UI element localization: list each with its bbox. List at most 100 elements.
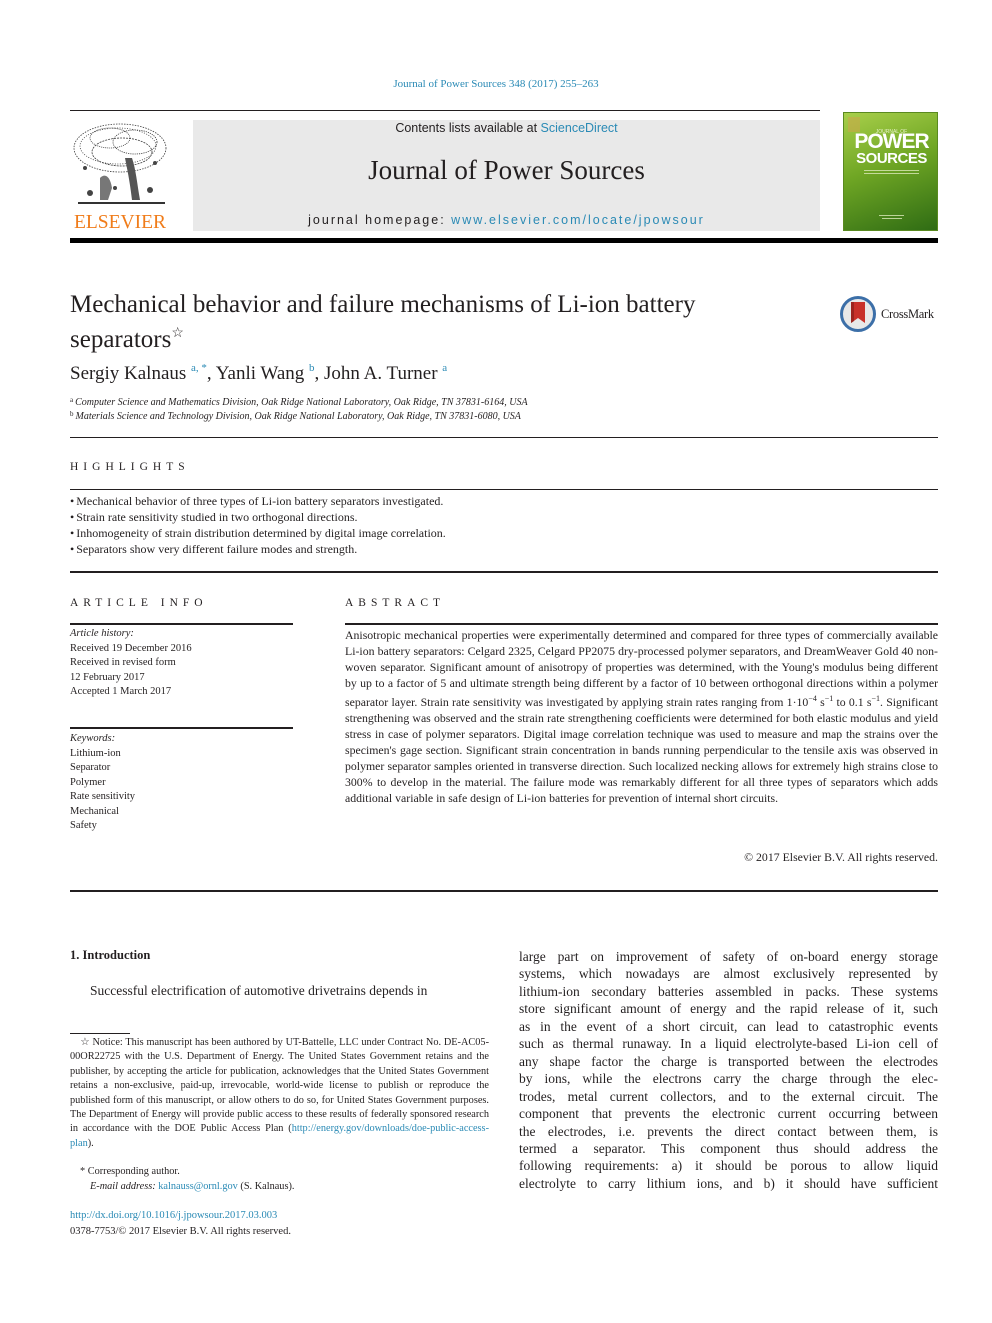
cover-power-text: POWER bbox=[854, 130, 929, 153]
divider bbox=[70, 727, 293, 729]
exponent: −4 bbox=[808, 694, 817, 703]
divider bbox=[70, 437, 938, 438]
keyword: Polymer bbox=[70, 776, 106, 788]
cover-subtitle-line bbox=[864, 173, 919, 174]
introduction-right-column: large part on improvement of safety of o… bbox=[519, 948, 938, 1192]
footnote-rule bbox=[70, 1033, 130, 1034]
history-entry: Received in revised form bbox=[70, 657, 176, 668]
title-note-marker[interactable]: ☆ bbox=[171, 326, 184, 341]
body-line: trodes, metal current collectors, and to… bbox=[519, 1088, 938, 1104]
email-link[interactable]: kalnauss@ornl.gov bbox=[158, 1181, 238, 1192]
exponent: −1 bbox=[824, 694, 834, 703]
email-label: E-mail address: bbox=[90, 1181, 156, 1192]
highlight-item: Strain rate sensitivity studied in two o… bbox=[70, 509, 930, 525]
elsevier-wordmark: ELSEVIER bbox=[73, 212, 167, 233]
article-title-line2: separators☆ bbox=[70, 319, 810, 354]
keyword: Mechanical bbox=[70, 805, 119, 817]
author-name[interactable]: John A. Turner bbox=[324, 363, 438, 384]
journal-homepage-line: journal homepage: www.elsevier.com/locat… bbox=[193, 213, 820, 227]
cover-footer-line bbox=[879, 215, 904, 216]
body-line: electrolyte to carry lithium ions, and b… bbox=[519, 1175, 938, 1191]
article-history: Article history: Received 19 December 20… bbox=[70, 627, 293, 700]
body-line: systems, which nowadays are almost exclu… bbox=[519, 966, 938, 982]
crossmark-label: CrossMark bbox=[881, 307, 934, 321]
body-line: by ions, while the electrons carry the c… bbox=[519, 1071, 938, 1087]
article-history-label: Article history: bbox=[70, 628, 134, 639]
keyword: Lithium-ion bbox=[70, 747, 121, 759]
homepage-prefix: journal homepage: bbox=[308, 213, 452, 227]
abstract-body: to 0.1 s bbox=[833, 695, 872, 709]
homepage-link[interactable]: www.elsevier.com/locate/jpowsour bbox=[451, 213, 705, 227]
highlights-heading: HIGHLIGHTS bbox=[70, 461, 190, 473]
footnote-marker: ☆ bbox=[80, 1037, 90, 1048]
article-title-text: separators bbox=[70, 326, 172, 353]
contents-line: Contents lists available at ScienceDirec… bbox=[193, 121, 820, 135]
keyword: Separator bbox=[70, 762, 111, 773]
divider bbox=[70, 890, 938, 892]
divider bbox=[345, 623, 938, 625]
history-entry: 12 February 2017 bbox=[70, 671, 145, 683]
contents-prefix: Contents lists available at bbox=[395, 121, 541, 135]
body-line: any shape factor the charge is transport… bbox=[519, 1053, 938, 1069]
affiliation-marker: a bbox=[70, 396, 74, 404]
keyword: Safety bbox=[70, 820, 97, 831]
abstract-heading: ABSTRACT bbox=[345, 597, 446, 609]
doi-link[interactable]: http://dx.doi.org/10.1016/j.jpowsour.201… bbox=[70, 1210, 277, 1221]
divider bbox=[70, 623, 293, 625]
highlight-item: Inhomogeneity of strain distribution det… bbox=[70, 525, 930, 541]
body-line: large part on improvement of safety of o… bbox=[519, 949, 938, 964]
introduction-heading: 1. Introduction bbox=[70, 948, 151, 962]
cover-subtitle-line bbox=[864, 170, 919, 171]
footnote-marker: * bbox=[80, 1166, 86, 1177]
abstract-text: Anisotropic mechanical properties were e… bbox=[345, 627, 938, 806]
history-entry: Accepted 1 March 2017 bbox=[70, 686, 172, 697]
header-top-rule bbox=[70, 110, 820, 111]
abstract-body: . Significant strengthening was observed… bbox=[345, 695, 938, 805]
author-affil-marker[interactable]: a bbox=[442, 362, 447, 374]
body-line: the electrodes, i.e. prevents the direct… bbox=[519, 1123, 938, 1139]
article-title: Mechanical behavior and failure mechanis… bbox=[70, 290, 810, 354]
header-bottom-rule bbox=[70, 238, 938, 243]
keyword: Rate sensitivity bbox=[70, 791, 136, 802]
highlight-item: Separators show very different failure m… bbox=[70, 541, 930, 557]
affiliation: b Materials Science and Technology Divisi… bbox=[70, 410, 521, 422]
issn-copyright: 0378-7753/© 2017 Elsevier B.V. All right… bbox=[70, 1226, 291, 1237]
author-name[interactable]: Yanli Wang bbox=[216, 363, 305, 384]
highlights-list: Mechanical behavior of three types of Li… bbox=[70, 493, 930, 557]
crossmark-button[interactable]: CrossMark bbox=[840, 296, 940, 332]
notice-end: ). bbox=[87, 1137, 94, 1149]
body-line: lithium-ion secondary batteries assemble… bbox=[519, 983, 938, 999]
author-name[interactable]: Sergiy Kalnaus bbox=[70, 363, 186, 384]
elsevier-logo[interactable]: ELSEVIER bbox=[70, 118, 170, 233]
body-line: as in the event of a short circuit, can … bbox=[519, 1018, 938, 1034]
body-line: termed a separator. This component thus … bbox=[519, 1140, 938, 1156]
affiliation-text: Materials Science and Technology Divisio… bbox=[75, 411, 521, 422]
introduction-paragraph: Successful electrification of automotive… bbox=[90, 983, 428, 998]
cover-footer-line bbox=[882, 218, 902, 219]
author-separator: , bbox=[206, 363, 216, 384]
body-line: store significant amount of energy and t… bbox=[519, 1001, 938, 1017]
keywords-label: Keywords: bbox=[70, 733, 116, 744]
unit: s bbox=[816, 695, 825, 709]
affiliation-marker: b bbox=[70, 410, 74, 418]
journal-reference-link[interactable]: Journal of Power Sources 348 (2017) 255–… bbox=[0, 78, 992, 90]
email-suffix: (S. Kalnaus). bbox=[237, 1181, 295, 1192]
affiliation: a Computer Science and Mathematics Divisi… bbox=[70, 396, 528, 408]
email-footnote: E-mail address: kalnauss@ornl.gov (S. Ka… bbox=[90, 1180, 490, 1194]
keywords: Keywords: Lithium-ion Separator Polymer … bbox=[70, 732, 293, 834]
corresponding-text: Corresponding author. bbox=[87, 1166, 180, 1177]
abstract-copyright: © 2017 Elsevier B.V. All rights reserved… bbox=[744, 850, 938, 864]
author-affil-marker[interactable]: a, * bbox=[191, 362, 207, 374]
journal-cover-image[interactable]: JOURNAL OF POWER SOURCES bbox=[843, 112, 938, 231]
body-line: component that prevents the electronic c… bbox=[519, 1106, 938, 1122]
history-entry: Received 19 December 2016 bbox=[70, 642, 192, 654]
notice-text: Notice: This manuscript has been authore… bbox=[70, 1037, 490, 1135]
corresponding-footnote: * Corresponding author. bbox=[70, 1165, 489, 1179]
crossmark-icon bbox=[840, 296, 876, 332]
sciencedirect-link[interactable]: ScienceDirect bbox=[541, 121, 618, 135]
article-info-heading: ARTICLE INFO bbox=[70, 597, 208, 609]
divider bbox=[70, 571, 938, 573]
divider bbox=[70, 489, 938, 490]
highlight-item: Mechanical behavior of three types of Li… bbox=[70, 493, 930, 509]
notice-footnote: ☆ Notice: This manuscript has been autho… bbox=[70, 1036, 489, 1151]
